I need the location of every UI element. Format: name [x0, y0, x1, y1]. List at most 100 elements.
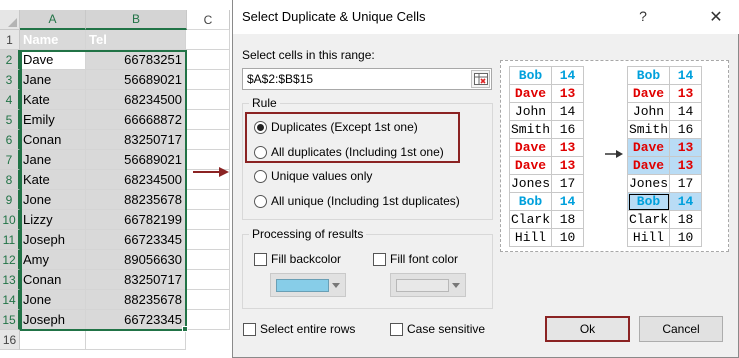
radio-all-unique[interactable]: All unique (Including 1st duplicates)	[254, 194, 460, 208]
tel-cell[interactable]: 66783251	[86, 50, 186, 70]
select-all-corner[interactable]	[0, 10, 20, 30]
tel-cell[interactable]: 88235678	[86, 290, 186, 310]
cancel-button[interactable]: Cancel	[639, 316, 723, 342]
empty-cell[interactable]	[186, 270, 230, 290]
name-cell[interactable]: Conan	[20, 270, 86, 290]
preview-row: Jones 17	[628, 175, 702, 193]
preview-row: Jones 17	[510, 175, 584, 193]
dialog-titlebar[interactable]: Select Duplicate & Unique Cells ? ✕	[233, 0, 739, 34]
name-cell[interactable]: Jone	[20, 190, 86, 210]
name-cell[interactable]: Jane	[20, 70, 86, 90]
row-header[interactable]: 11	[0, 230, 20, 250]
case-sensitive-checkbox[interactable]: Case sensitive	[390, 322, 485, 336]
ok-button[interactable]: Ok	[545, 316, 630, 342]
empty-cell[interactable]	[186, 290, 230, 310]
help-icon[interactable]: ?	[633, 6, 653, 26]
column-header-b[interactable]: B	[86, 10, 187, 30]
row-header[interactable]: 3	[0, 70, 20, 90]
header-cell-name[interactable]: Name	[20, 30, 86, 50]
empty-cell[interactable]	[186, 230, 230, 250]
backcolor-picker[interactable]	[270, 273, 346, 297]
row-header[interactable]: 6	[0, 130, 20, 150]
row-header[interactable]: 9	[0, 190, 20, 210]
name-cell[interactable]: Kate	[20, 90, 86, 110]
header-cell-tel[interactable]: Tel	[86, 30, 186, 50]
range-select-icon	[473, 73, 488, 85]
row-header[interactable]: 1	[0, 30, 20, 50]
radio-unique-only[interactable]: Unique values only	[254, 169, 372, 183]
empty-cell[interactable]	[186, 50, 230, 70]
tel-cell[interactable]: 68234500	[86, 170, 186, 190]
name-cell[interactable]: Amy	[20, 250, 86, 270]
empty-cell[interactable]	[186, 250, 230, 270]
radio-label: Unique values only	[271, 169, 373, 183]
range-picker-button[interactable]	[471, 70, 490, 88]
fontcolor-picker[interactable]	[390, 273, 466, 297]
empty-cell[interactable]	[186, 310, 230, 330]
tel-cell[interactable]: 83250717	[86, 130, 186, 150]
tel-cell[interactable]: 83250717	[86, 270, 186, 290]
close-icon[interactable]: ✕	[705, 6, 727, 28]
empty-cell[interactable]	[186, 130, 230, 150]
checkbox-indicator[interactable]	[390, 322, 403, 336]
row-header[interactable]: 15	[0, 310, 20, 330]
name-cell[interactable]: Dave	[20, 50, 86, 70]
empty-cell[interactable]	[186, 190, 230, 210]
empty-cell[interactable]	[186, 110, 230, 130]
row-header[interactable]: 8	[0, 170, 20, 190]
empty-cell[interactable]	[86, 330, 186, 350]
name-cell[interactable]: Kate	[20, 170, 86, 190]
fill-fontcolor-checkbox[interactable]: Fill font color	[373, 252, 458, 266]
row-header[interactable]: 13	[0, 270, 20, 290]
checkbox-indicator[interactable]	[373, 252, 386, 266]
fill-handle[interactable]	[182, 326, 188, 332]
row-header[interactable]: 7	[0, 150, 20, 170]
empty-cell[interactable]	[186, 30, 230, 50]
name-cell[interactable]: Jane	[20, 150, 86, 170]
radio-all-duplicates[interactable]: All duplicates (Including 1st one)	[254, 145, 444, 159]
name-cell[interactable]: Conan	[20, 130, 86, 150]
tel-cell[interactable]: 56689021	[86, 150, 186, 170]
preview-row: Dave 13	[628, 157, 702, 175]
select-entire-rows-checkbox[interactable]: Select entire rows	[243, 322, 355, 336]
row-header[interactable]: 5	[0, 110, 20, 130]
radio-indicator[interactable]	[254, 145, 267, 159]
preview-row: Hill 10	[510, 229, 584, 247]
row-header[interactable]: 16	[0, 330, 20, 350]
checkbox-indicator[interactable]	[254, 252, 267, 266]
tel-cell[interactable]: 56689021	[86, 70, 186, 90]
radio-duplicates-except-first[interactable]: Duplicates (Except 1st one)	[254, 120, 418, 134]
radio-label: All unique (Including 1st duplicates)	[271, 194, 460, 208]
radio-indicator[interactable]	[254, 169, 267, 183]
column-header-a[interactable]: A	[20, 10, 86, 30]
empty-cell[interactable]	[20, 330, 86, 350]
fill-backcolor-checkbox[interactable]: Fill backcolor	[254, 252, 341, 266]
name-cell[interactable]: Lizzy	[20, 210, 86, 230]
name-cell[interactable]: Emily	[20, 110, 86, 130]
row-header[interactable]: 10	[0, 210, 20, 230]
tel-cell[interactable]: 66668872	[86, 110, 186, 130]
name-cell[interactable]: Joseph	[20, 230, 86, 250]
tel-cell[interactable]: 68234500	[86, 90, 186, 110]
tel-cell[interactable]: 66782199	[86, 210, 186, 230]
tel-cell[interactable]: 88235678	[86, 190, 186, 210]
row-header[interactable]: 2	[0, 50, 20, 70]
tel-cell[interactable]: 66723345	[86, 310, 186, 330]
name-cell[interactable]: Joseph	[20, 310, 86, 330]
checkbox-indicator[interactable]	[243, 322, 256, 336]
empty-cell[interactable]	[186, 210, 230, 230]
range-input[interactable]: $A$2:$B$15	[242, 68, 492, 90]
row-header[interactable]: 4	[0, 90, 20, 110]
name-cell[interactable]: Jone	[20, 290, 86, 310]
tel-cell[interactable]: 89056630	[86, 250, 186, 270]
empty-cell[interactable]	[186, 90, 230, 110]
row-header[interactable]: 14	[0, 290, 20, 310]
row-header[interactable]: 12	[0, 250, 20, 270]
column-header-c[interactable]: C	[187, 10, 230, 30]
checkbox-label: Fill backcolor	[271, 252, 342, 266]
radio-indicator[interactable]	[254, 194, 267, 208]
empty-cell[interactable]	[186, 70, 230, 90]
radio-indicator[interactable]	[254, 120, 267, 134]
preview-name-cell: John	[510, 103, 552, 121]
tel-cell[interactable]: 66723345	[86, 230, 186, 250]
